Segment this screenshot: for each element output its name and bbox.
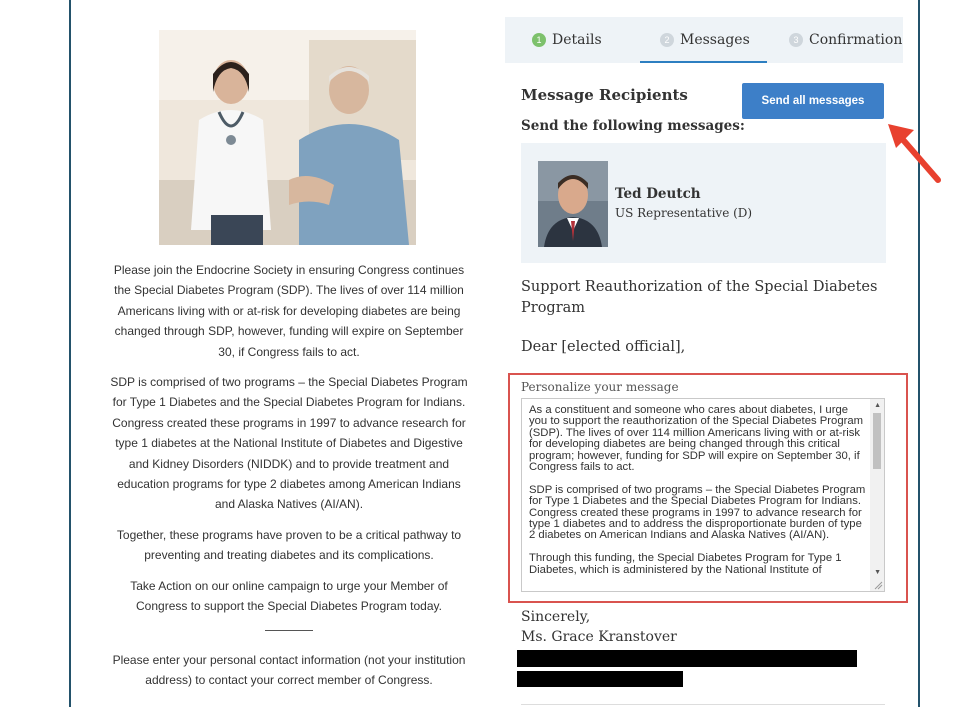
active-tab-indicator [640,61,767,63]
scrollbar-thumb[interactable] [873,413,881,469]
representative-avatar [538,161,608,247]
recipients-subtitle: Send the following messages: [521,118,745,134]
page-frame-right [918,0,920,707]
tab-confirmation-label: Confirmation [809,32,903,48]
step-2-badge: 2 [660,33,674,47]
message-scrollbar[interactable]: ▲ ▼ [870,399,884,591]
tab-details-label: Details [552,32,602,48]
step-3-badge: 3 [789,33,803,47]
representative-title: US Representative (D) [615,206,753,220]
intro-paragraph-5: Please enter your personal contact infor… [112,652,466,687]
step-tabs: 1 Details 2 Messages 3 Confirmation [505,17,903,63]
recipients-title: Message Recipients [521,86,688,104]
message-body-text[interactable]: As a constituent and someone who cares a… [529,404,869,576]
campaign-hero-image [159,30,416,245]
redacted-address-line-2 [517,671,683,687]
message-subject: Support Reauthorization of the Special D… [521,279,878,316]
recipient-card: Ted Deutch US Representative (D) [521,143,886,263]
scroll-up-icon[interactable]: ▲ [874,402,881,409]
page-frame-left [69,0,71,707]
send-all-messages-button[interactable]: Send all messages [742,83,884,119]
redacted-address-line-1 [517,650,857,667]
campaign-description: Please join the Endocrine Society in ens… [106,260,472,700]
tab-details[interactable]: 1 Details [532,17,602,63]
section-divider [265,629,313,631]
intro-paragraph-1: Please join the Endocrine Society in ens… [113,263,465,359]
personalize-message-label: Personalize your message [521,380,679,394]
scroll-down-icon[interactable]: ▼ [874,569,881,576]
message-greeting: Dear [elected official], [521,339,686,355]
representative-name: Ted Deutch [615,186,701,202]
annotation-arrow-icon [888,124,941,183]
sender-name: Ms. Grace Kranstover [521,629,677,645]
message-textarea[interactable]: As a constituent and someone who cares a… [521,398,885,592]
tab-confirmation[interactable]: 3 Confirmation [789,17,902,63]
intro-paragraph-4: Take Action on our online campaign to ur… [130,578,448,614]
intro-paragraph-2: SDP is comprised of two programs – the S… [110,375,468,512]
intro-paragraph-3: Together, these programs have proven to … [116,527,462,563]
message-closing: Sincerely, [521,609,591,625]
step-1-badge: 1 [532,33,546,47]
tab-messages-label: Messages [680,32,750,48]
tab-messages[interactable]: 2 Messages [660,17,750,63]
resize-handle-icon[interactable] [874,581,883,590]
section-divider-bottom [521,704,885,705]
